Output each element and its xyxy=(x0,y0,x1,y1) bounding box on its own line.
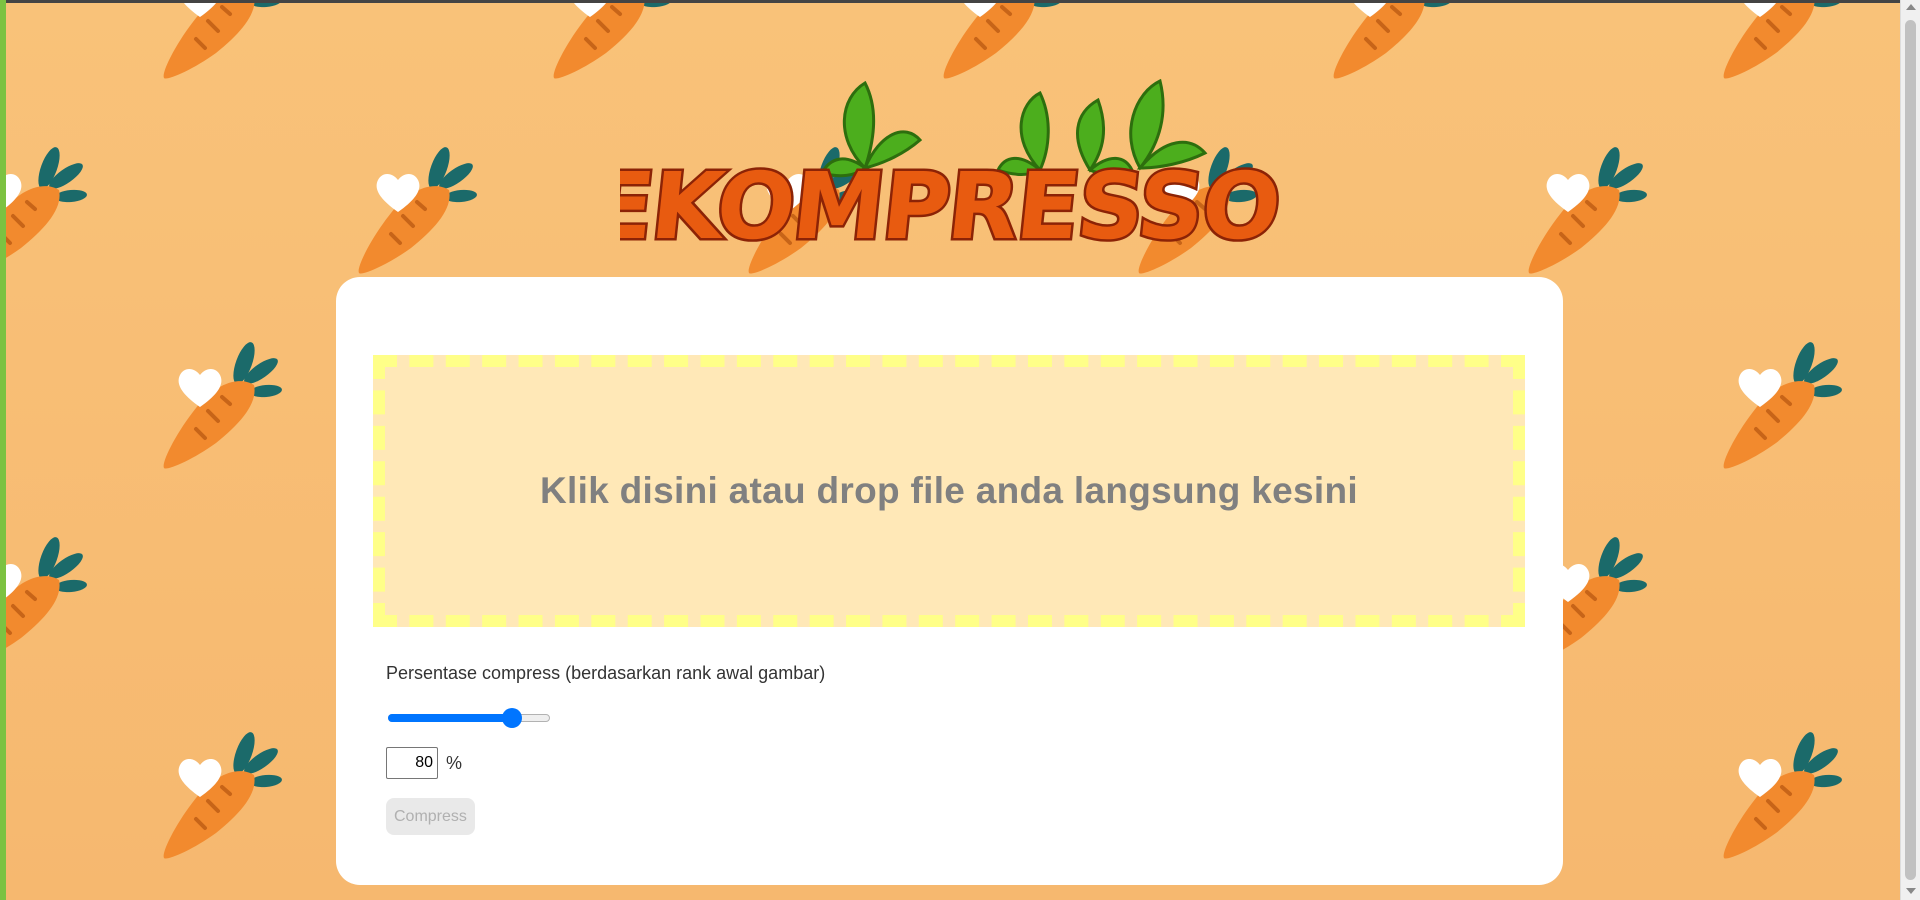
percent-input[interactable] xyxy=(386,747,438,779)
percent-row: % xyxy=(386,747,462,779)
heart-icon xyxy=(1542,168,1594,216)
heart-icon xyxy=(954,3,1006,21)
heart-icon xyxy=(174,753,226,801)
logo-text: PEKOMPRESSOR xyxy=(620,152,1280,258)
heart-icon xyxy=(372,168,424,216)
scroll-down-arrow-icon[interactable] xyxy=(1906,888,1916,894)
slider-fill xyxy=(388,714,512,722)
pekompressor-logo: PEKOMPRESSOR xyxy=(518,78,1357,262)
heart-icon xyxy=(6,558,26,606)
heart-icon xyxy=(1344,3,1396,21)
heart-icon xyxy=(1734,3,1786,21)
heart-icon xyxy=(564,3,616,21)
heart-icon xyxy=(174,3,226,21)
scrollbar-thumb[interactable] xyxy=(1905,20,1916,880)
slider-thumb[interactable] xyxy=(501,708,522,728)
heart-icon xyxy=(1734,753,1786,801)
scroll-up-arrow-icon[interactable] xyxy=(1906,4,1916,10)
compress-button[interactable]: Compress xyxy=(386,798,475,835)
file-dropzone[interactable]: Klik disini atau drop file anda langsung… xyxy=(373,355,1525,627)
logo-image: PEKOMPRESSOR xyxy=(518,78,1357,262)
main-card: Klik disini atau drop file anda langsung… xyxy=(336,277,1563,885)
heart-icon xyxy=(174,363,226,411)
heart-icon xyxy=(1734,363,1786,411)
percent-unit: % xyxy=(446,752,463,773)
vertical-scrollbar[interactable] xyxy=(1900,0,1920,900)
compress-percentage-label: Persentase compress (berdasarkan rank aw… xyxy=(386,663,826,683)
compress-slider[interactable] xyxy=(386,708,552,728)
heart-icon xyxy=(6,168,26,216)
dropzone-text: Klik disini atau drop file anda langsung… xyxy=(540,470,1358,511)
